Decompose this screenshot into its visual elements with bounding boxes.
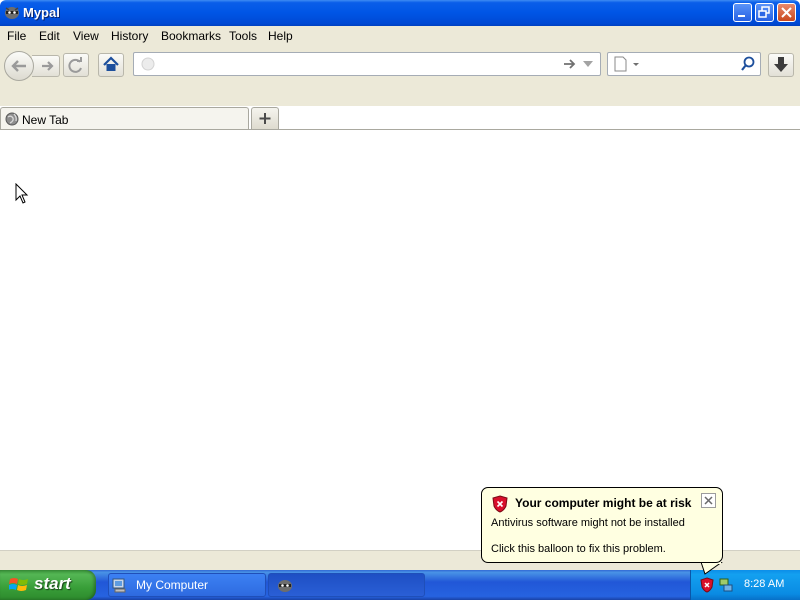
forward-arrow-icon [42,61,54,71]
tab-new-tab[interactable]: New Tab [0,107,249,130]
search-icon[interactable] [739,54,757,74]
search-bar[interactable] [607,52,761,76]
menu-file[interactable]: File [7,29,26,43]
taskbar-item-label: My Computer [136,578,209,592]
menu-bookmarks[interactable]: Bookmarks [161,29,221,43]
title-bar[interactable]: Mypal [0,0,800,26]
close-button[interactable] [777,3,796,22]
search-engine-icon[interactable] [612,54,642,74]
balloon-close-button[interactable] [701,493,716,508]
new-tab-button[interactable] [251,107,279,129]
reload-button[interactable] [63,53,89,77]
security-alert-shield-icon[interactable] [700,577,714,593]
back-button[interactable] [4,51,34,81]
minimize-icon [738,15,745,17]
forward-button[interactable] [32,55,60,77]
downloads-button[interactable] [768,53,794,77]
restore-button[interactable] [755,3,774,22]
download-arrow-icon [774,57,788,72]
clock[interactable]: 8:28 AM [744,578,784,590]
tab-label: New Tab [22,113,69,127]
taskbar: start My Computer 8:28 AM [0,570,800,600]
mypal-app-icon [4,4,20,20]
site-identity-icon [141,57,155,71]
minimize-button[interactable] [733,3,752,22]
url-bar[interactable] [133,52,601,76]
url-input[interactable] [160,55,564,75]
close-icon [781,7,792,18]
globe-icon [5,112,19,126]
my-computer-icon [112,578,126,593]
menu-help[interactable]: Help [268,29,293,43]
balloon-title: Your computer might be at risk [515,496,692,510]
home-icon [103,56,119,71]
menu-history[interactable]: History [111,29,148,43]
menu-tools[interactable]: Tools [229,29,257,43]
menu-view[interactable]: View [73,29,99,43]
security-alert-balloon[interactable]: Your computer might be at risk Antivirus… [481,487,723,563]
navigation-toolbar [0,46,800,106]
network-icon[interactable] [718,577,734,593]
windows-logo-icon [9,578,28,591]
balloon-instruction: Click this balloon to fix this problem. [491,543,666,555]
window-title: Mypal [23,5,60,20]
go-arrow-icon[interactable] [562,54,578,74]
home-button[interactable] [98,53,124,77]
back-arrow-icon [11,60,26,72]
back-forward-group [4,51,60,81]
restore-icon [758,6,770,18]
plus-icon [259,113,271,124]
warning-shield-icon [492,495,508,513]
balloon-tail [700,562,723,575]
menu-edit[interactable]: Edit [39,29,60,43]
taskbar-item-my-computer[interactable]: My Computer [108,573,266,597]
dropdown-arrow-icon[interactable] [581,54,597,74]
taskbar-item-mypal[interactable] [268,573,425,597]
close-icon [704,496,713,505]
reload-icon [68,57,82,73]
mypal-taskbar-icon [278,580,292,592]
mouse-pointer-icon [15,183,29,204]
balloon-message: Antivirus software might not be installe… [491,517,685,529]
menu-bar: File Edit View History Bookmarks Tools H… [0,26,800,46]
start-label: start [34,574,71,593]
search-input[interactable] [644,55,738,75]
start-button[interactable]: start [0,570,96,600]
